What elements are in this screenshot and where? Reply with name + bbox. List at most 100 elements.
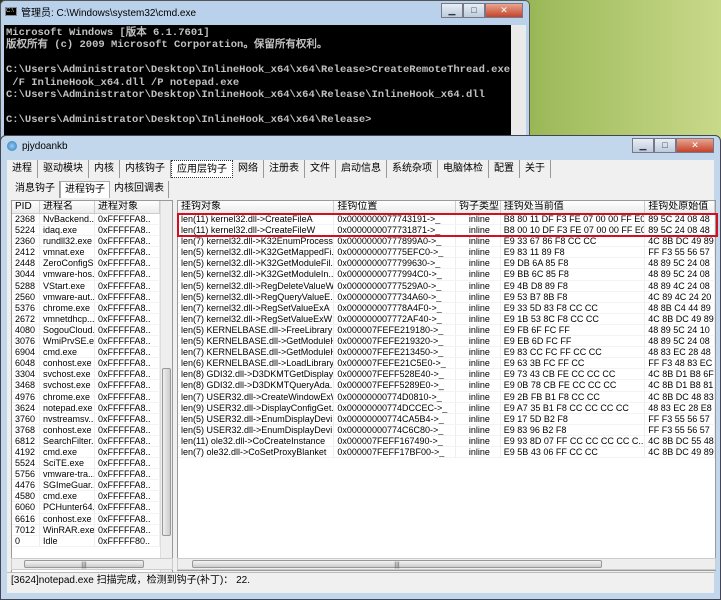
tab-7[interactable]: 文件 — [305, 160, 336, 178]
column-header[interactable]: 挂钩位置 — [334, 201, 456, 213]
table-row[interactable]: 2672 vmnetdhcp.... 0xFFFFFA8.. — [12, 313, 172, 325]
tab-6[interactable]: 注册表 — [264, 160, 305, 178]
table-cell: 0xFFFFFA8.. — [95, 446, 160, 458]
table-row[interactable]: len(8) GDI32.dll->D3DKMTGetDisplay... 0x0… — [178, 369, 715, 381]
app-close-button[interactable]: ✕ — [676, 138, 714, 153]
table-cell: WinRAR.exe — [40, 524, 95, 535]
table-row[interactable]: len(7) USER32.dll->CreateWindowExW 0x0000… — [178, 391, 715, 403]
table-cell: 0x00000000777899A0->_ — [334, 236, 456, 247]
table-row[interactable]: 5756 vmware-tra... 0xFFFFFA8.. — [12, 469, 172, 481]
column-header[interactable]: PID — [12, 201, 40, 213]
console-scrollbar[interactable] — [511, 25, 526, 139]
tab-12[interactable]: 关于 — [520, 160, 551, 178]
table-row[interactable]: len(5) kernel32.dll->RegQueryValueE... 0x… — [178, 291, 715, 303]
table-row[interactable]: 5288 VStart.exe 0xFFFFFA8.. — [12, 280, 172, 292]
tab-0[interactable]: 进程 — [7, 160, 38, 178]
table-row[interactable]: len(7) kernel32.dll->RegSetValueExW 0x000… — [178, 313, 715, 325]
process-vertical-scrollbar[interactable] — [160, 201, 172, 573]
console-output[interactable]: Microsoft Windows [版本 6.1.7601] 版权所有 (c) … — [4, 25, 511, 139]
table-row[interactable]: 2360 rundll32.exe 0xFFFFFA8.. — [12, 236, 172, 248]
tab-2[interactable]: 内核 — [89, 160, 120, 178]
table-row[interactable]: 2412 vmnat.exe 0xFFFFFA8.. — [12, 247, 172, 259]
table-row[interactable]: 2448ZeroConfigS...0xFFFFFA8.. — [12, 258, 172, 270]
table-row[interactable]: len(11) kernel32.dll->CreateFileA 0x00000… — [178, 214, 715, 226]
tab-11[interactable]: 配置 — [489, 160, 520, 178]
tab-9[interactable]: 系统杂项 — [387, 160, 438, 178]
table-row[interactable]: 4192 cmd.exe 0xFFFFFA8.. — [12, 446, 172, 459]
tab-4[interactable]: 应用层钩子 — [171, 160, 233, 178]
close-button[interactable]: ✕ — [485, 3, 523, 18]
app-maximize-button[interactable]: □ — [654, 138, 676, 153]
table-cell: B8 00 10 DF F3 FE 07 00 00 FF E0 — [501, 225, 646, 236]
table-row[interactable]: 3760 nvstreamsv... 0xFFFFFA8.. — [12, 413, 172, 425]
table-row[interactable]: len(11) ole32.dll->CoCreateInstance 0x000… — [178, 435, 715, 447]
hook-table[interactable]: 挂钩对象 挂钩位置 钩子类型 挂钩处当前值 挂钩处原始值 len(11) kernel3… — [177, 200, 716, 571]
app-minimize-button[interactable]: ▁ — [632, 138, 654, 153]
table-row[interactable]: 6048 conhost.exe 0xFFFFFA8.. — [12, 358, 172, 370]
table-row[interactable]: len(5) kernel32.dll->K32GetModuleIn... 0x… — [178, 269, 715, 281]
table-row[interactable]: 3468 svchost.exe 0xFFFFFA8.. — [12, 380, 172, 392]
maximize-button[interactable]: □ — [463, 3, 485, 18]
table-row[interactable]: len(5) kernel32.dll->K32GetModuleFil... 0… — [178, 258, 715, 270]
subtab-0[interactable]: 消息钩子 — [11, 181, 60, 198]
table-row[interactable]: len(8) GDI32.dll->D3DKMTQueryAda... 0x000… — [178, 380, 715, 392]
table-row[interactable]: len(5) KERNELBASE.dll->FreeLibrary 0x0000… — [178, 324, 715, 337]
table-row[interactable]: len(6) KERNELBASE.dll->LoadLibrary... 0x0… — [178, 358, 715, 370]
table-row[interactable]: 6060 PCHunter64... 0xFFFFFA8.. — [12, 502, 172, 514]
table-cell: E9 DB 6A 85 F8 — [501, 258, 646, 269]
table-row[interactable]: len(7) kernel32.dll->K32EnumProcess... 0x… — [178, 236, 715, 248]
table-row[interactable]: 6616 conhost.exe 0xFFFFFA8.. — [12, 513, 172, 525]
table-row[interactable]: 3044 vmware-hos... 0xFFFFFA8.. — [12, 269, 172, 281]
table-row[interactable]: 4476 SGImeGuar... 0xFFFFFA8.. — [12, 480, 172, 492]
table-row[interactable]: 5376 chrome.exe 0xFFFFFA8.. — [12, 302, 172, 314]
table-row[interactable]: len(7) KERNELBASE.dll->GetModuleH... 0x00… — [178, 347, 715, 359]
column-header[interactable]: 进程名 — [40, 201, 95, 213]
column-header[interactable]: 进程对象 — [95, 201, 160, 213]
table-cell: 0x000007FEFE21C5E0->_ — [334, 358, 456, 369]
table-row[interactable]: 0 Idle 0xFFFFF80.. — [12, 535, 172, 547]
table-cell: 4580 — [12, 491, 40, 502]
tab-8[interactable]: 启动信息 — [336, 160, 387, 178]
table-cell: len(11) kernel32.dll->CreateFileA — [178, 214, 335, 225]
scroll-thumb[interactable] — [162, 368, 171, 536]
tab-10[interactable]: 电脑体检 — [438, 160, 489, 178]
tab-1[interactable]: 驱动模块 — [38, 160, 89, 178]
table-row[interactable]: len(7) ole32.dll->CoSetProxyBlanket 0x000… — [178, 446, 715, 459]
table-row[interactable]: 4080 SogouCloud... 0xFFFFFA8.. — [12, 324, 172, 337]
table-row[interactable]: 5224 idaq.exe 0xFFFFFA8.. — [12, 225, 172, 237]
column-header[interactable]: 钩子类型 — [456, 201, 501, 213]
table-row[interactable]: 2560 vmware-aut... 0xFFFFFA8.. — [12, 291, 172, 303]
table-row[interactable]: 7012 WinRAR.exe 0xFFFFFA8.. — [12, 524, 172, 536]
hook-horizontal-scrollbar[interactable]: ||| — [177, 558, 716, 570]
tab-3[interactable]: 内核钩子 — [120, 160, 171, 178]
table-row[interactable]: len(5) USER32.dll->EnumDisplayDevi... 0x0… — [178, 424, 715, 436]
tab-5[interactable]: 网络 — [233, 160, 264, 178]
table-row[interactable]: len(5) kernel32.dll->K32GetMappedFi... 0x… — [178, 247, 715, 259]
table-row[interactable]: len(5) KERNELBASE.dll->GetModuleH... 0x00… — [178, 336, 715, 348]
table-row[interactable]: 3076WmiPrvSE.exe0xFFFFFA8.. — [12, 336, 172, 348]
table-row[interactable]: len(9) USER32.dll->DisplayConfigGet... 0x… — [178, 402, 715, 414]
table-row[interactable]: 4580 cmd.exe 0xFFFFFA8.. — [12, 491, 172, 503]
process-table[interactable]: PID 进程名 进程对象 2368 NvBackend.... 0xFFFFFA8.. 5… — [11, 200, 173, 574]
minimize-button[interactable]: ▁ — [441, 3, 463, 18]
table-row[interactable]: len(5) kernel32.dll->RegDeleteValueW 0x00… — [178, 280, 715, 292]
table-row[interactable]: 6812 SearchFilter... 0xFFFFFA8.. — [12, 435, 172, 447]
column-header[interactable]: 挂钩处原始值 — [645, 201, 715, 213]
table-row[interactable]: 5524 SciTE.exe 0xFFFFFA8.. — [12, 458, 172, 470]
column-header[interactable]: 挂钩处当前值 — [501, 201, 646, 213]
table-row[interactable]: len(7) kernel32.dll->RegSetValueExA 0x000… — [178, 302, 715, 314]
table-cell: 5224 — [12, 225, 40, 236]
table-row[interactable]: len(11) kernel32.dll->CreateFileW 0x00000… — [178, 225, 715, 237]
table-row[interactable]: len(5) USER32.dll->EnumDisplayDevi... 0x0… — [178, 413, 715, 425]
table-row[interactable]: 2368 NvBackend.... 0xFFFFFA8.. — [12, 214, 172, 226]
table-row[interactable]: 3624 notepad.exe 0xFFFFFA8.. — [12, 402, 172, 414]
subtab-2[interactable]: 内核回调表 — [110, 181, 169, 198]
table-row[interactable]: 3768 conhost.exe 0xFFFFFA8.. — [12, 424, 172, 436]
table-cell: SGImeGuar... — [40, 480, 95, 491]
table-row[interactable]: 6904 cmd.exe 0xFFFFFA8.. — [12, 347, 172, 359]
table-row[interactable]: 3304 svchost.exe 0xFFFFFA8.. — [12, 369, 172, 381]
table-row[interactable]: 4976 chrome.exe 0xFFFFFA8.. — [12, 391, 172, 403]
column-header[interactable]: 挂钩对象 — [178, 201, 335, 213]
subtab-1[interactable]: 进程钩子 — [60, 181, 110, 198]
process-horizontal-scrollbar[interactable]: ||| — [11, 558, 173, 570]
